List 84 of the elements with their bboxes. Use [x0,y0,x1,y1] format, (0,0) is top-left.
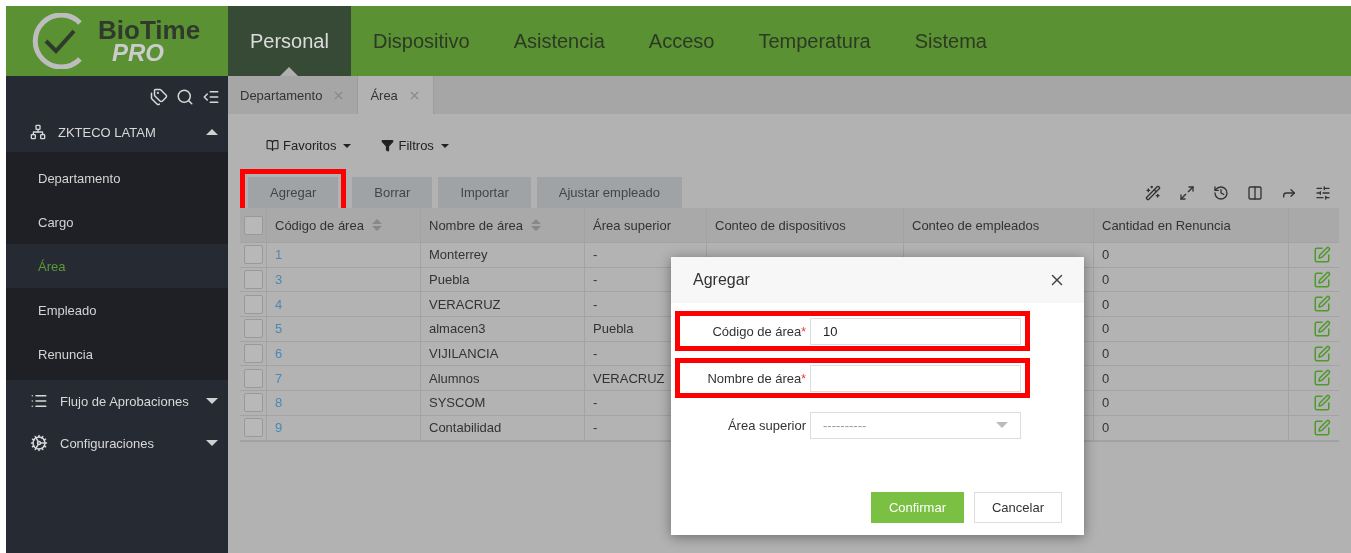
table-cell: almacen3 [420,317,584,341]
checkbox[interactable] [243,215,263,235]
table-cell: SYSCOM [420,391,584,415]
table-cell: 0 [1093,243,1288,267]
edit-icon[interactable] [1313,270,1331,289]
sitemap-icon [30,124,46,140]
search-icon[interactable] [176,88,194,106]
table-cell: 0 [1093,292,1288,317]
input-field[interactable]: 10 [810,317,1021,345]
nav-tab[interactable]: Dispositivo [350,6,492,76]
sidebar-section[interactable]: Configuraciones [6,422,228,464]
field-label: Área superior [726,417,806,433]
sliders-icon[interactable] [1315,184,1331,201]
edit-icon[interactable] [1313,295,1331,314]
expand-icon[interactable] [1179,184,1195,201]
indent-icon[interactable] [202,88,220,106]
filter-dropdown[interactable]: Favoritos [266,138,352,153]
input-field[interactable] [810,364,1021,392]
edit-icon[interactable] [1313,245,1331,264]
table-cell: VIJILANCIA [420,341,584,366]
nav-tab[interactable]: Personal [228,6,351,76]
edit-icon[interactable] [1313,369,1331,388]
column-header[interactable]: Cantidad en Renuncia [1093,208,1288,242]
edit-icon[interactable] [1313,344,1331,363]
table-cell: Puebla [420,267,584,292]
list-icon [30,392,48,410]
column-header[interactable]: Conteo de empleados [903,208,1093,242]
cogs-icon [30,434,48,452]
checkbox[interactable] [243,319,263,339]
checkbox[interactable] [243,294,263,314]
action-button[interactable]: Importar [438,177,531,208]
action-button[interactable]: Ajustar empleado [536,177,682,208]
table-cell: 0 [1093,391,1288,415]
logo-name: BioTime [98,18,201,42]
table-cell: Monterrey [420,243,584,267]
nav-tab[interactable]: Acceso [626,6,737,76]
table-cell: 0 [1093,267,1288,292]
filter-dropdown[interactable]: Filtros [381,138,449,153]
table-cell: 0 [1093,317,1288,341]
column-header[interactable]: Nombre de área [420,208,584,242]
sidebar-group[interactable]: ZKTECO LATAM [6,112,228,152]
checkbox[interactable] [243,368,263,388]
table-cell: VERACRUZ [420,292,584,317]
field-label: Nombre de área* [706,370,806,386]
edit-icon[interactable] [1313,393,1331,412]
column-header[interactable]: Código de área [266,208,420,242]
page-tab[interactable]: Área [358,76,434,114]
action-button[interactable]: Borrar [352,177,433,208]
sidebar-item[interactable]: Renuncia [6,332,228,376]
filter-icon [381,139,395,152]
checkbox[interactable] [243,418,263,438]
tags-icon[interactable] [150,88,168,106]
checkbox[interactable] [243,270,263,290]
field-label: Código de área* [711,323,806,339]
checkbox[interactable] [243,344,263,364]
edit-icon[interactable] [1313,418,1331,437]
logo-sub: PRO [112,41,164,64]
columns-icon[interactable] [1247,184,1263,201]
action-button[interactable]: Agregar [248,177,339,208]
sidebar-item[interactable]: Empleado [6,288,228,332]
wand-icon[interactable] [1145,184,1161,201]
table-cell: 0 [1093,366,1288,391]
sidebar-item[interactable]: Departamento [6,156,228,200]
column-header[interactable]: Área superior [584,208,706,242]
sidebar-section[interactable]: Flujo de Aprobaciones [6,380,228,422]
column-header[interactable]: Conteo de dispositivos [706,208,903,242]
sidebar-item[interactable]: Área [6,244,228,288]
table-cell: 0 [1093,415,1288,440]
table-cell: Contabilidad [420,415,584,440]
sidebar-item[interactable]: Cargo [6,200,228,244]
checkbox[interactable] [243,393,263,413]
select-field[interactable]: ---------- [810,411,1021,439]
sort-icon[interactable] [371,219,382,231]
edit-icon[interactable] [1313,319,1331,338]
table-cell: Alumnos [420,366,584,391]
nav-tab[interactable]: Temperatura [736,6,893,76]
table-cell: 0 [1093,341,1288,366]
checkbox[interactable] [243,245,263,265]
sort-icon[interactable] [530,219,541,231]
dialog-button[interactable]: Cancelar [973,492,1062,523]
book-icon [266,139,279,152]
nav-tab[interactable]: Sistema [892,6,1009,76]
nav-tab[interactable]: Asistencia [491,6,627,76]
history-icon[interactable] [1213,184,1229,201]
